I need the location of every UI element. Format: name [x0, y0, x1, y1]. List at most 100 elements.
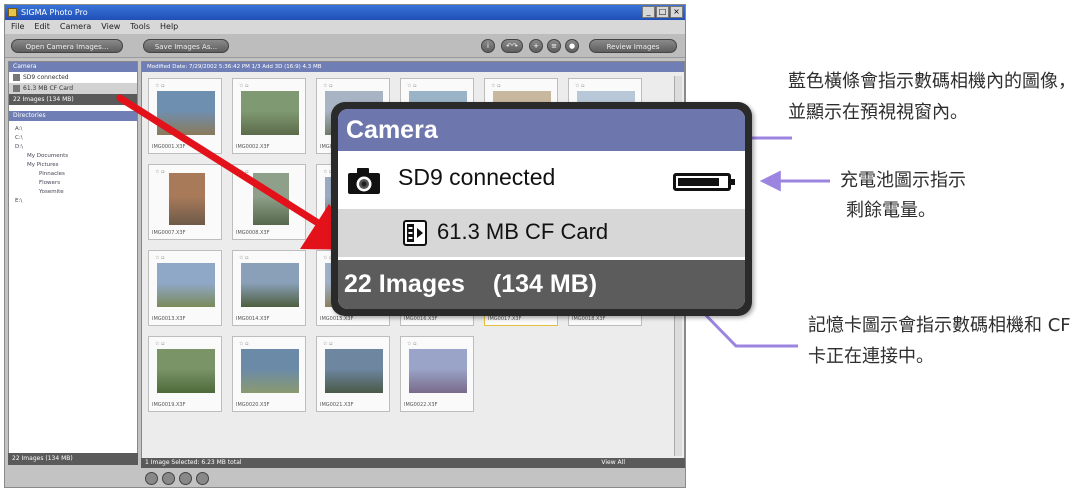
menu-edit[interactable]: Edit [34, 20, 50, 34]
thumbnail[interactable]: ☆ ▫ IMG0007.X3F [148, 164, 222, 240]
menu-help[interactable]: Help [160, 20, 178, 34]
menu-view[interactable]: View [101, 20, 120, 34]
menu-file[interactable]: File [11, 20, 24, 34]
thumbnail[interactable]: ☆ ▫ IMG0001.X3F [148, 78, 222, 154]
info-icon[interactable]: i [481, 39, 495, 53]
tree-item[interactable]: My Pictures [15, 161, 137, 170]
thumbnail-flags-icon: ☆ ▫ [155, 341, 165, 347]
thumbnail-flags-icon: ☆ ▫ [323, 83, 333, 89]
play-icon[interactable] [196, 472, 209, 485]
thumbnail[interactable]: ☆ ▫ IMG0021.X3F [316, 336, 390, 412]
menu-camera[interactable]: Camera [60, 20, 91, 34]
camera-connected-row[interactable]: SD9 connected [338, 151, 745, 209]
card-row[interactable]: 61.3 MB CF Card [9, 83, 137, 94]
camera-panel-zoom: Camera SD9 connected 61.3 MB CF Card 22 … [331, 102, 752, 316]
battery-level-fill [678, 178, 719, 186]
toolbar: Open Camera Images... Save Images As... … [5, 34, 685, 58]
thumbnail-image [169, 173, 205, 225]
thumbnail-flags-icon: ☆ ▫ [239, 83, 249, 89]
thumbnail-image [241, 91, 299, 135]
thumbnail[interactable]: ☆ ▫ IMG0002.X3F [232, 78, 306, 154]
thumbnail-caption: IMG0019.X3F [152, 402, 186, 408]
title-bar: SIGMA Photo Pro _ □ × [5, 5, 685, 20]
camera-connected-label: SD9 connected [398, 164, 556, 190]
thumbnail-flags-icon: ☆ ▫ [407, 341, 417, 347]
open-camera-images-button[interactable]: Open Camera Images... [11, 39, 123, 53]
directories-header: Directories [9, 111, 137, 121]
thumbnail-image [241, 349, 299, 393]
cf-card-icon [403, 220, 427, 246]
cf-card-icon [13, 85, 20, 92]
tree-item[interactable]: Yosemite [15, 188, 137, 197]
thumbnail-flags-icon: ☆ ▫ [239, 169, 249, 175]
thumbnail[interactable]: ☆ ▫ IMG0022.X3F [400, 336, 474, 412]
card-row-label: 61.3 MB CF Card [23, 85, 74, 92]
camera-row-label: SD9 connected [23, 74, 69, 81]
thumbnail[interactable]: ☆ ▫ IMG0019.X3F [148, 336, 222, 412]
tree-item[interactable]: E:\ [15, 197, 137, 206]
thumbnail-image [157, 263, 215, 307]
thumbnail-caption: IMG0017.X3F [488, 316, 522, 322]
annotation-cf-card: 記憶卡圖示會指示數碼相機和 CF 卡正在連接中。 [808, 315, 1071, 367]
status-view-label: View All [601, 459, 625, 466]
thumbnail-caption: IMG0016.X3F [404, 316, 438, 322]
preview-icon[interactable] [179, 472, 192, 485]
cf-card-label: 61.3 MB CF Card [437, 219, 609, 244]
thumbnail-image [157, 91, 215, 135]
minimize-button[interactable]: _ [642, 6, 655, 18]
thumbnail-flags-icon: ☆ ▫ [323, 341, 333, 347]
list-view-icon[interactable] [162, 472, 175, 485]
thumbnail[interactable]: ☆ ▫ IMG0008.X3F [232, 164, 306, 240]
thumbnail[interactable]: ☆ ▫ IMG0020.X3F [232, 336, 306, 412]
camera-row[interactable]: SD9 connected [9, 72, 137, 83]
annotation-battery-line1: 充電池圖示指示 [840, 170, 966, 191]
battery-icon [673, 173, 735, 191]
thumbnail-flags-icon: ☆ ▫ [491, 83, 501, 89]
cf-card-row[interactable]: 61.3 MB CF Card [338, 209, 745, 257]
thumbnail-caption: IMG0018.X3F [572, 316, 606, 322]
thumbnail-image [253, 173, 289, 225]
app-icon [8, 8, 17, 17]
camera-panel-zoom-inner: Camera SD9 connected 61.3 MB CF Card 22 … [338, 109, 745, 309]
camera-header-bar: Camera [338, 109, 745, 151]
rotate-icon[interactable]: ↶↷ [501, 39, 523, 53]
thumbnail-image [325, 349, 383, 393]
tree-item[interactable]: D:\ [15, 143, 137, 152]
camera-panel: Camera SD9 connected 61.3 MB CF Card 22 … [8, 61, 138, 465]
thumbnail-flags-icon: ☆ ▫ [575, 83, 585, 89]
maximize-button[interactable]: □ [656, 6, 669, 18]
compare-icon[interactable]: ≡ [547, 39, 561, 53]
thumbnail-flags-icon: ☆ ▫ [239, 255, 249, 261]
thumbnail-caption: IMG0001.X3F [152, 144, 186, 150]
window-title: SIGMA Photo Pro [21, 8, 88, 17]
zoom-icon[interactable]: + [529, 39, 543, 53]
close-button[interactable]: × [670, 6, 683, 18]
save-images-button[interactable]: Save Images As... [143, 39, 229, 53]
tree-item[interactable]: Flowers [15, 179, 137, 188]
tree-item[interactable]: Pinnacles [15, 170, 137, 179]
images-summary-bar: 22 Images (134 MB) [338, 260, 745, 309]
grid-view-icon[interactable] [145, 472, 158, 485]
left-panel-footer: 22 Images (134 MB) [8, 453, 138, 465]
thumbnail-caption: IMG0008.X3F [236, 230, 270, 236]
tree-item[interactable]: My Documents [15, 152, 137, 161]
menu-bar: File Edit Camera View Tools Help [5, 20, 685, 34]
bottom-tools [145, 472, 209, 485]
images-count: 22 Images [344, 270, 465, 298]
thumbnail-image [409, 349, 467, 393]
thumbnail-image [157, 349, 215, 393]
tree-item[interactable]: C:\ [15, 134, 137, 143]
thumbnail[interactable]: ☆ ▫ IMG0013.X3F [148, 250, 222, 326]
thumbnail-caption: IMG0013.X3F [152, 316, 186, 322]
tree-item[interactable]: A:\ [15, 125, 137, 134]
thumbnail-caption: IMG0020.X3F [236, 402, 270, 408]
thumbnail[interactable]: ☆ ▫ IMG0014.X3F [232, 250, 306, 326]
review-images-button[interactable]: Review Images [589, 39, 677, 53]
menu-tools[interactable]: Tools [130, 20, 150, 34]
thumbnail-flags-icon: ☆ ▫ [407, 83, 417, 89]
window-controls: _ □ × [642, 6, 683, 18]
lock-icon[interactable]: ● [565, 39, 579, 53]
annotation-battery-line2: 剩餘電量。 [846, 200, 936, 221]
thumbnail-flags-icon: ☆ ▫ [155, 169, 165, 175]
thumbnail-flags-icon: ☆ ▫ [155, 83, 165, 89]
